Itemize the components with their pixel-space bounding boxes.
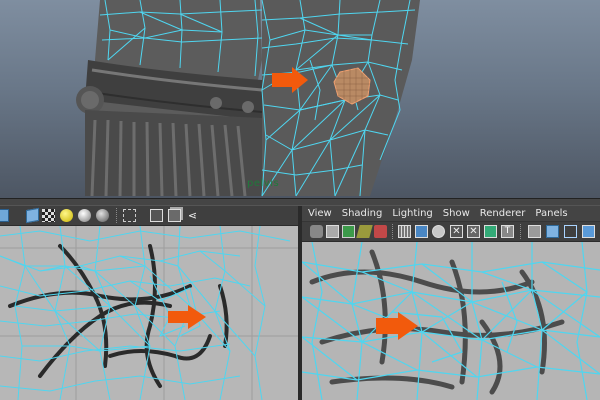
camera-icon[interactable] — [310, 225, 323, 238]
checker-icon[interactable] — [42, 209, 55, 222]
motion-blur-icon[interactable] — [528, 225, 541, 238]
menu-shading[interactable]: Shading — [337, 208, 388, 219]
menu-view[interactable]: View — [302, 208, 337, 219]
select-icon[interactable] — [123, 209, 136, 222]
shadows-icon[interactable]: ✕ — [467, 225, 480, 238]
shaded-icon[interactable] — [415, 225, 428, 238]
uv-editor-view[interactable] — [0, 226, 298, 400]
texture-strokes-right — [309, 249, 565, 395]
panel-divider[interactable] — [0, 198, 600, 206]
menu-panels[interactable]: Panels — [530, 208, 572, 219]
sphere-icon[interactable] — [96, 209, 109, 222]
viewport-view[interactable] — [302, 242, 600, 400]
xray-icon[interactable] — [150, 209, 163, 222]
isolate-cube-icon[interactable] — [0, 209, 9, 222]
viewport-menubar: View Shading Lighting Show Renderer Pane… — [302, 206, 600, 222]
aa-icon[interactable]: T — [501, 225, 514, 238]
viewport-toolbar: ✕ ✕ T — [302, 222, 600, 242]
copy-icon[interactable] — [168, 209, 181, 222]
cube-shaded-icon[interactable] — [26, 207, 39, 224]
bookmark-icon[interactable] — [342, 225, 355, 238]
image-plane-icon[interactable] — [356, 225, 373, 238]
menu-renderer[interactable]: Renderer — [475, 208, 531, 219]
top-viewport[interactable]: pelvis — [0, 0, 600, 198]
object-label: pelvis — [247, 178, 280, 189]
menu-show[interactable]: Show — [438, 208, 475, 219]
menu-lighting[interactable]: Lighting — [387, 208, 437, 219]
light-sphere-icon[interactable] — [60, 209, 73, 222]
cube-wire-icon[interactable] — [564, 225, 577, 238]
wireframe-icon[interactable] — [398, 225, 411, 238]
textured-icon[interactable] — [432, 225, 445, 238]
shaded-sphere-icon[interactable] — [78, 209, 91, 222]
uv-editor-panel: ⋖ — [0, 206, 298, 400]
lights-icon[interactable]: ✕ — [450, 225, 463, 238]
ssao-icon[interactable] — [484, 225, 497, 238]
grid-icon[interactable] — [374, 225, 387, 238]
viewport-panel: View Shading Lighting Show Renderer Pane… — [302, 206, 600, 400]
cube-select-icon[interactable] — [582, 225, 595, 238]
camera-attr-icon[interactable] — [326, 225, 339, 238]
top-viewport-canvas — [76, 0, 420, 197]
share-icon[interactable]: ⋖ — [186, 209, 199, 222]
uv-editor-toolbar: ⋖ — [0, 206, 298, 226]
cube-shaded-icon-right[interactable] — [546, 225, 559, 238]
